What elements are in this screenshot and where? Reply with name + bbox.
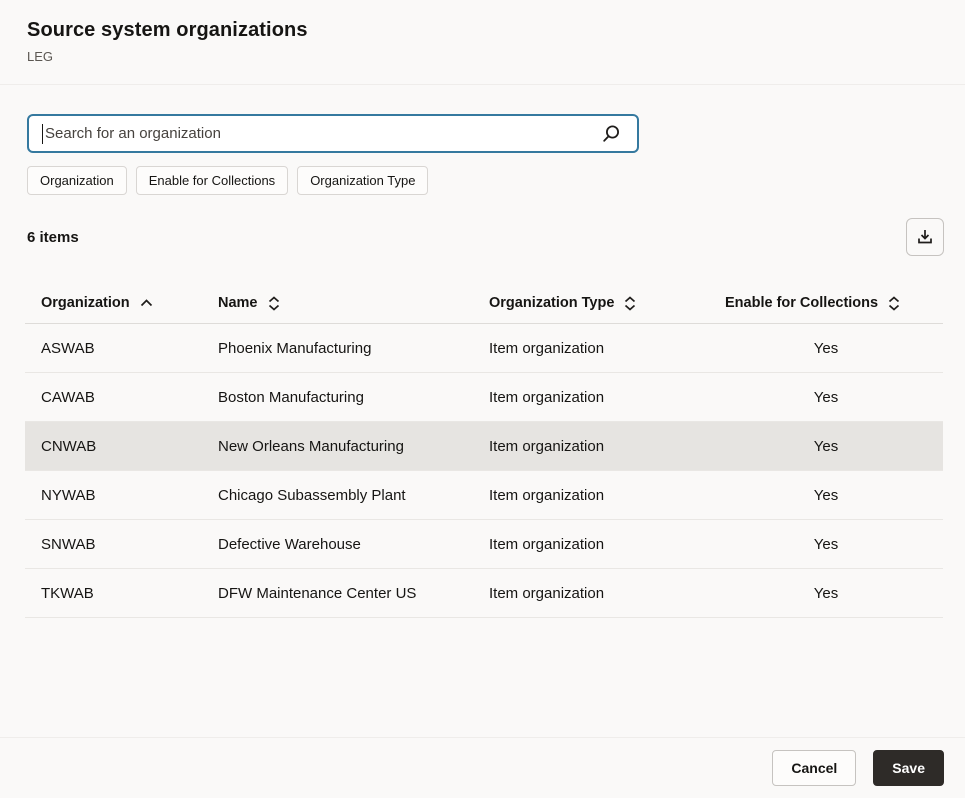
cell-organization: SNWAB	[25, 536, 202, 553]
cell-organization: TKWAB	[25, 585, 202, 602]
cell-name: Chicago Subassembly Plant	[202, 487, 473, 504]
save-button[interactable]: Save	[873, 750, 944, 786]
cell-organization: CNWAB	[25, 438, 202, 455]
cell-organization-type: Item organization	[473, 389, 709, 406]
cell-name: Defective Warehouse	[202, 536, 473, 553]
cancel-button[interactable]: Cancel	[772, 750, 856, 786]
column-header-enable-for-collections[interactable]: Enable for Collections	[709, 295, 943, 311]
cell-enable-for-collections: Yes	[709, 585, 943, 602]
cell-name: Phoenix Manufacturing	[202, 340, 473, 357]
search-box[interactable]	[27, 114, 639, 153]
cell-organization-type: Item organization	[473, 438, 709, 455]
cell-enable-for-collections: Yes	[709, 340, 943, 357]
cell-organization: NYWAB	[25, 487, 202, 504]
cell-organization: CAWAB	[25, 389, 202, 406]
filter-chip-organization-type[interactable]: Organization Type	[297, 166, 428, 195]
sort-both-icon	[268, 296, 280, 311]
cell-organization-type: Item organization	[473, 585, 709, 602]
cell-name: New Orleans Manufacturing	[202, 438, 473, 455]
search-input[interactable]	[45, 125, 600, 142]
cell-enable-for-collections: Yes	[709, 389, 943, 406]
cell-enable-for-collections: Yes	[709, 438, 943, 455]
cell-organization-type: Item organization	[473, 536, 709, 553]
download-icon	[916, 228, 934, 246]
table-body: ASWABPhoenix ManufacturingItem organizat…	[25, 324, 943, 618]
cell-enable-for-collections: Yes	[709, 536, 943, 553]
items-count: 6 items	[27, 229, 79, 246]
download-button[interactable]	[906, 218, 944, 256]
sort-both-icon	[624, 296, 636, 311]
table-row[interactable]: CNWABNew Orleans ManufacturingItem organ…	[25, 422, 943, 471]
page-title: Source system organizations	[27, 19, 938, 42]
sort-ascending-icon	[140, 299, 153, 307]
column-header-name[interactable]: Name	[202, 295, 473, 311]
cell-name: Boston Manufacturing	[202, 389, 473, 406]
page-header: Source system organizations LEG	[0, 0, 965, 85]
table-row[interactable]: ASWABPhoenix ManufacturingItem organizat…	[25, 324, 943, 373]
table-row[interactable]: SNWABDefective WarehouseItem organizatio…	[25, 520, 943, 569]
table-row[interactable]: TKWABDFW Maintenance Center USItem organ…	[25, 569, 943, 618]
sort-both-icon	[888, 296, 900, 311]
filter-chip-enable-for-collections[interactable]: Enable for Collections	[136, 166, 288, 195]
table-row[interactable]: CAWABBoston ManufacturingItem organizati…	[25, 373, 943, 422]
filter-chips: Organization Enable for Collections Orga…	[27, 166, 938, 195]
cell-organization: ASWAB	[25, 340, 202, 357]
table-header-row: Organization Name Organization Type	[25, 283, 943, 324]
cell-enable-for-collections: Yes	[709, 487, 943, 504]
page-footer: Cancel Save	[0, 737, 965, 798]
search-icon[interactable]	[600, 123, 622, 145]
cell-organization-type: Item organization	[473, 340, 709, 357]
cell-name: DFW Maintenance Center US	[202, 585, 473, 602]
text-caret	[42, 124, 43, 144]
cell-organization-type: Item organization	[473, 487, 709, 504]
organizations-table: Organization Name Organization Type	[25, 283, 943, 618]
table-row[interactable]: NYWABChicago Subassembly PlantItem organ…	[25, 471, 943, 520]
column-header-organization[interactable]: Organization	[25, 295, 202, 311]
page-subtitle: LEG	[27, 49, 938, 64]
column-header-organization-type[interactable]: Organization Type	[473, 295, 709, 311]
filter-chip-organization[interactable]: Organization	[27, 166, 127, 195]
toolbar-area: Organization Enable for Collections Orga…	[0, 85, 965, 195]
items-row: 6 items	[0, 218, 965, 256]
